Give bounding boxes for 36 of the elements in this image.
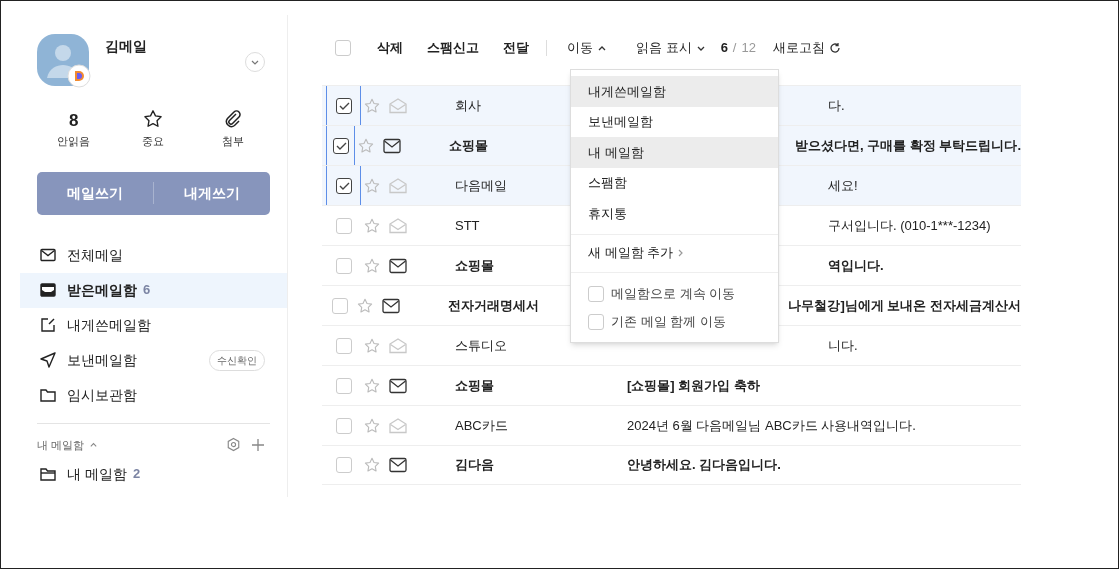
sender: 다음메일	[455, 177, 507, 193]
page-total: 12	[741, 39, 756, 58]
sender: 쇼핑몰	[455, 257, 494, 273]
subject: 안녕하세요. 김다음입니다.	[627, 456, 781, 475]
stat-label: 중요	[142, 134, 165, 149]
subject: 받으셨다면, 구매를 확정 부탁드립니다.	[794, 136, 1021, 155]
folder-label: 내 메일함	[67, 464, 127, 484]
sender: 회사	[455, 97, 481, 113]
sender: 김다음	[455, 457, 494, 473]
sender: STT	[455, 217, 480, 233]
sidebar-label: 보낸메일함	[67, 350, 137, 370]
stat-label: 안읽음	[57, 134, 91, 149]
sender: 쇼핑몰	[455, 377, 494, 393]
sidebar-label: 내게쓴메일함	[67, 315, 151, 335]
sidebar-label: 받은메일함	[67, 280, 137, 300]
page-separator: /	[732, 39, 737, 58]
mail-count: 6	[143, 281, 151, 300]
sidebar-label: 전체메일	[67, 245, 123, 265]
option-label: 메일함으로 계속 이동	[611, 284, 736, 303]
page-current: 6	[720, 39, 728, 58]
subject: 역입니다.	[828, 256, 884, 275]
subject: 구서입니다. (010-1***-1234)	[828, 216, 991, 235]
mail-count: 2	[132, 465, 141, 484]
stat-label: 첨부	[222, 134, 245, 149]
subject: 2024년 6월 다음메일님 ABC카드 사용내역입니다.	[627, 416, 916, 435]
sender: 쇼핑몰	[449, 137, 489, 153]
subject: 니다.	[828, 336, 858, 355]
sender: 전자거래명세서	[447, 297, 539, 313]
sender: 스튜디오	[455, 337, 507, 353]
sender: ABC카드	[455, 417, 508, 433]
subject: 세요!	[828, 176, 858, 195]
subject: [쇼핑몰] 회원가입 축하	[627, 376, 760, 395]
subject: 나무철강]님에게 보내온 전자세금계산서	[788, 296, 1021, 315]
sidebar-label: 임시보관함	[67, 385, 137, 405]
user-name: 김메일	[105, 37, 147, 56]
subject: 다.	[828, 96, 845, 115]
